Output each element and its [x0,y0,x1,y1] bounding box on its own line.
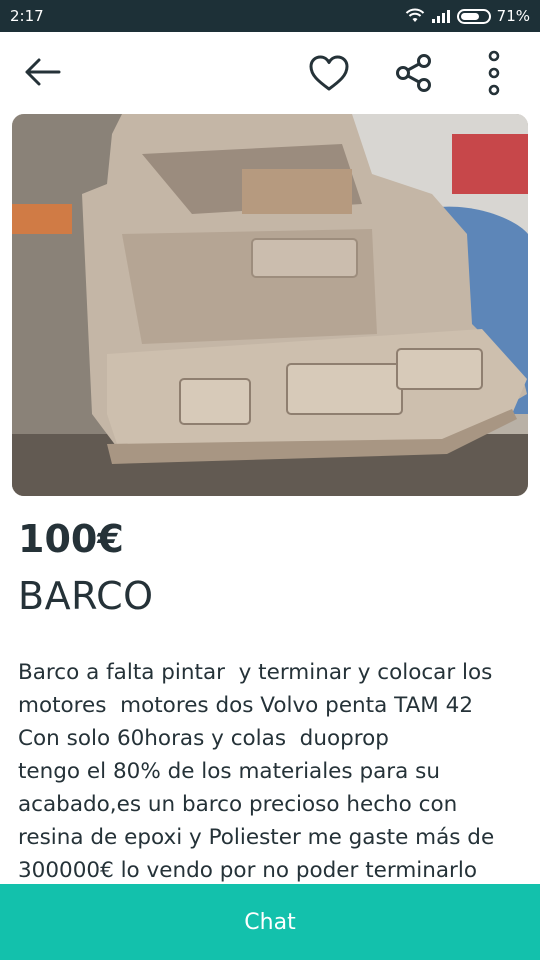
chat-button[interactable]: Chat [0,884,540,960]
favorite-button[interactable] [304,50,354,96]
back-button[interactable] [18,50,66,94]
battery-icon [456,8,491,24]
description-line: Con solo 60horas y colas duoprop [18,726,389,751]
more-options-button[interactable] [474,46,514,100]
product-price: 100€ [18,517,124,561]
battery-percent: 71% [496,7,530,25]
top-bar [0,32,540,114]
boat-image [12,114,528,496]
arrow-left-icon [25,58,61,86]
product-title: BARCO [18,574,154,618]
signal-icon [431,10,450,23]
more-vertical-icon [488,50,500,96]
product-description: Barco a falta pintar y terminar y coloca… [18,656,528,887]
description-line: tengo el 80% de los materiales para su [18,759,440,784]
share-button[interactable] [390,50,438,96]
description-line: acabado,es un barco precioso hecho con [18,792,458,817]
status-time: 2:17 [10,7,44,25]
description-line: Barco a falta pintar y terminar y coloca… [18,660,493,685]
chat-button-label: Chat [244,909,296,935]
description-line: 300000€ lo vendo por no poder terminarlo [18,858,478,883]
heart-outline-icon [309,55,349,91]
product-photo[interactable] [12,114,528,496]
share-icon [396,54,431,92]
status-icons: 71% [405,7,530,25]
description-line: motores motores dos Volvo penta TAM 42 [18,693,474,718]
description-line: resina de epoxi y Poliester me gaste más… [18,825,495,850]
status-bar: 2:17 71% [0,0,540,32]
wifi-icon [405,8,424,22]
